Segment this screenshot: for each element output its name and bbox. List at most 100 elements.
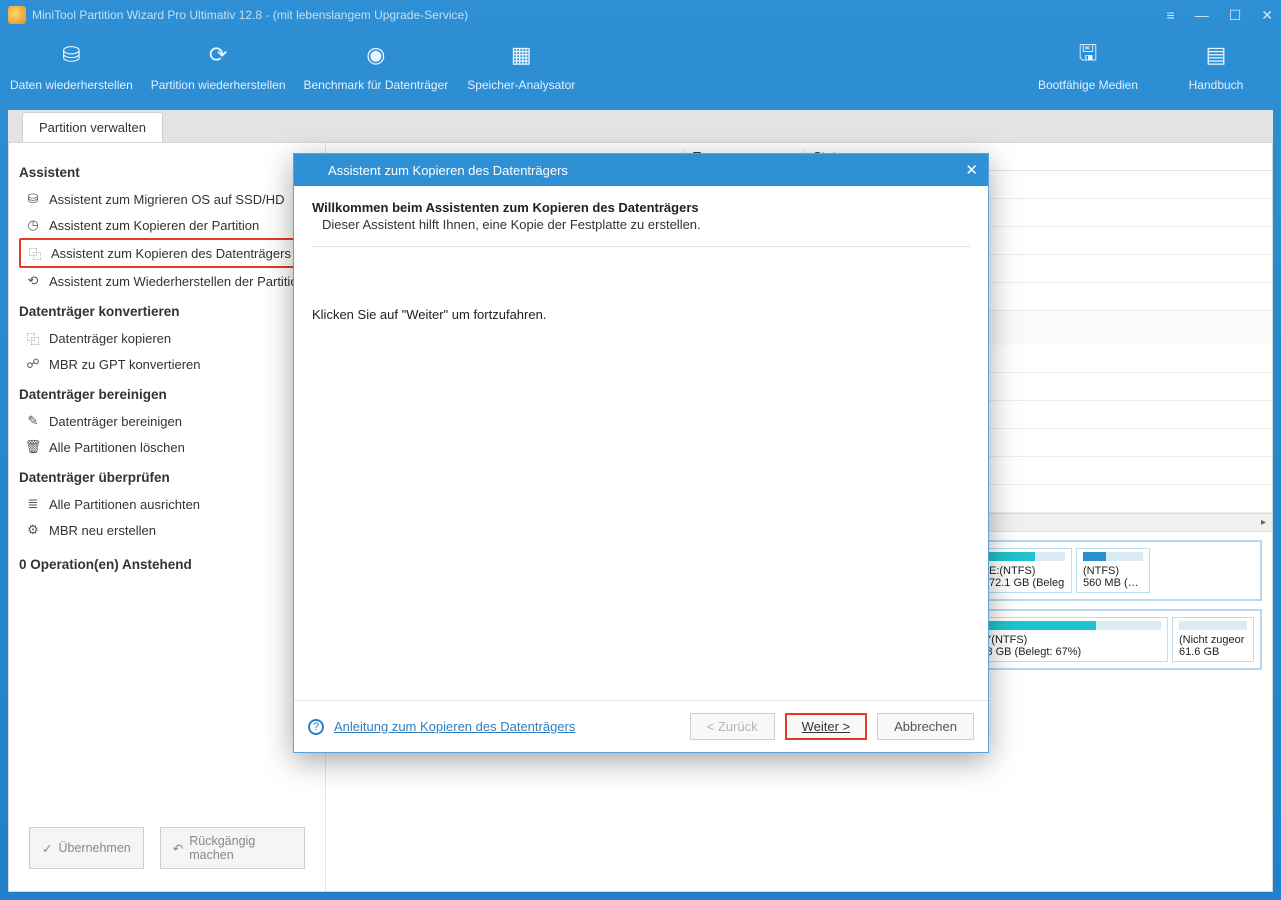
main-toolbar: ⛁ Daten wiederherstellen ⟳ Partition wie… bbox=[0, 30, 1281, 110]
menu-icon[interactable]: ≡ bbox=[1167, 7, 1175, 24]
usage-fill bbox=[989, 552, 1035, 561]
section-check: Datenträger überprüfen bbox=[19, 470, 315, 485]
dialog-hint: Klicken Sie auf "Weiter" um fortzufahren… bbox=[312, 307, 970, 322]
tool-bootable[interactable]: 🖫 Bootfähige Medien bbox=[1033, 40, 1143, 92]
sidebar-item-delete-all[interactable]: 🗑Alle Partitionen löschen bbox=[19, 434, 315, 460]
erase-icon: ✎ bbox=[25, 413, 41, 429]
sidebar-item-label: Assistent zum Migrieren OS auf SSD/HD bbox=[49, 192, 285, 207]
cancel-button[interactable]: Abbrechen bbox=[877, 713, 974, 740]
space-analyzer-icon: ▦ bbox=[503, 40, 539, 70]
title-bar: MiniTool Partition Wizard Pro Ultimativ … bbox=[0, 0, 1281, 30]
usage-bar bbox=[1179, 621, 1247, 630]
tool-label: Daten wiederherstellen bbox=[10, 78, 133, 92]
tool-handbook[interactable]: ▤ Handbuch bbox=[1161, 40, 1271, 92]
usage-fill bbox=[1083, 552, 1106, 561]
copy-disk-wizard-dialog: Assistent zum Kopieren des Datenträgers … bbox=[293, 153, 989, 753]
tool-label: Benchmark für Datenträger bbox=[304, 78, 449, 92]
sidebar-item-label: Assistent zum Wiederherstellen der Parti… bbox=[49, 274, 305, 289]
partition-name: (Nicht zugeor bbox=[1179, 634, 1247, 646]
partition-block[interactable]: (Nicht zugeor61.6 GB bbox=[1172, 617, 1254, 662]
dialog-icon bbox=[304, 162, 320, 178]
section-assistant: Assistent bbox=[19, 165, 315, 180]
partition-meta: 560 MB (Bel bbox=[1083, 577, 1143, 589]
sidebar-item-wipe-disk[interactable]: ✎ Datenträger bereinigen bbox=[19, 408, 315, 434]
tab-bar: Partition verwalten bbox=[8, 110, 1273, 142]
tool-label: Partition wiederherstellen bbox=[151, 78, 286, 92]
dialog-body: Willkommen beim Assistenten zum Kopieren… bbox=[294, 186, 988, 700]
dialog-close-icon[interactable]: ✕ bbox=[965, 161, 978, 179]
sidebar-item-align-all[interactable]: ≣ Alle Partitionen ausrichten bbox=[19, 491, 315, 517]
tool-data-recover[interactable]: ⛁ Daten wiederherstellen bbox=[10, 40, 133, 92]
help-icon: ? bbox=[308, 719, 324, 735]
dialog-title: Assistent zum Kopieren des Datenträgers bbox=[328, 163, 568, 178]
window-controls: ≡ — ☐ ✕ bbox=[1167, 7, 1273, 24]
apply-button[interactable]: ✓ Übernehmen bbox=[29, 827, 144, 869]
sidebar-item-label: MBR zu GPT konvertieren bbox=[49, 357, 200, 372]
partition-meta: 72.1 GB (Beleg bbox=[989, 577, 1065, 589]
sidebar-item-copy-partition[interactable]: ◷ Assistent zum Kopieren der Partition bbox=[19, 212, 315, 238]
restore-icon: ⟲ bbox=[25, 273, 41, 289]
sidebar-item-rebuild-mbr[interactable]: ⚙MBR neu erstellen bbox=[19, 517, 315, 543]
pending-ops: 0 Operation(en) Anstehend bbox=[19, 557, 315, 572]
button-label: Rückgängig machen bbox=[189, 834, 292, 862]
sidebar-item-restore-partition[interactable]: ⟲ Assistent zum Wiederherstellen der Part… bbox=[19, 268, 315, 294]
partition-meta: 144.8 GB (Belegt: 67%) bbox=[965, 646, 1161, 658]
tool-label: Speicher-Analysator bbox=[466, 78, 576, 92]
sidebar-item-migrate-os[interactable]: ⛁ Assistent zum Migrieren OS auf SSD/HD bbox=[19, 186, 315, 212]
align-icon: ≣ bbox=[25, 496, 41, 512]
data-recover-icon: ⛁ bbox=[53, 40, 89, 70]
tool-partition-recover[interactable]: ⟳ Partition wiederherstellen bbox=[151, 40, 286, 92]
sidebar-item-copy-disk2[interactable]: ⿻ Datenträger kopieren bbox=[19, 325, 315, 351]
section-convert: Datenträger konvertieren bbox=[19, 304, 315, 319]
button-label: Weiter > bbox=[802, 719, 851, 734]
sidebar-item-label: Alle Partitionen ausrichten bbox=[49, 497, 200, 512]
handbook-icon: ▤ bbox=[1198, 40, 1234, 70]
window-title: MiniTool Partition Wizard Pro Ultimativ … bbox=[32, 8, 468, 22]
copy-icon: ⿻ bbox=[25, 330, 41, 346]
back-button[interactable]: < Zurück bbox=[690, 713, 775, 740]
close-icon[interactable]: ✕ bbox=[1261, 7, 1273, 24]
partition-block[interactable]: (NTFS)560 MB (Bel bbox=[1076, 548, 1150, 593]
next-button[interactable]: Weiter > bbox=[785, 713, 868, 740]
undo-button[interactable]: ↶Rückgängig machen bbox=[160, 827, 305, 869]
clock-icon: ◷ bbox=[25, 217, 41, 233]
dialog-subtext: Dieser Assistent hilft Ihnen, eine Kopie… bbox=[322, 217, 970, 232]
sidebar-item-mbr-gpt[interactable]: ☍ MBR zu GPT konvertieren bbox=[19, 351, 315, 377]
maximize-icon[interactable]: ☐ bbox=[1229, 7, 1242, 24]
check-icon: ✓ bbox=[42, 841, 52, 856]
dialog-heading: Willkommen beim Assistenten zum Kopieren… bbox=[312, 200, 970, 215]
sidebar: Assistent ⛁ Assistent zum Migrieren OS au… bbox=[9, 143, 326, 891]
tool-label: Handbuch bbox=[1161, 78, 1271, 92]
app-window: MiniTool Partition Wizard Pro Ultimativ … bbox=[0, 0, 1281, 900]
sidebar-item-copy-disk[interactable]: ⿻ Assistent zum Kopieren des Datenträgers bbox=[19, 238, 315, 268]
tool-space-analyzer[interactable]: ▦ Speicher-Analysator bbox=[466, 40, 576, 92]
sidebar-bottom-buttons: ✓ Übernehmen ↶Rückgängig machen bbox=[19, 817, 315, 879]
benchmark-icon: ◉ bbox=[358, 40, 394, 70]
convert-icon: ☍ bbox=[25, 356, 41, 372]
trash-icon: 🗑 bbox=[25, 439, 41, 455]
partition-block[interactable]: E:(NTFS)72.1 GB (Beleg bbox=[982, 548, 1072, 593]
partition-block[interactable]: I:JKY(NTFS)144.8 GB (Belegt: 67%) bbox=[958, 617, 1168, 662]
copy-icon: ⿻ bbox=[27, 245, 43, 261]
dialog-title-bar: Assistent zum Kopieren des Datenträgers … bbox=[294, 154, 988, 186]
dialog-footer: ? Anleitung zum Kopieren des Datenträger… bbox=[294, 700, 988, 752]
sidebar-item-label: Assistent zum Kopieren der Partition bbox=[49, 218, 259, 233]
disk-icon: ⛁ bbox=[25, 191, 41, 207]
bootable-icon: 🖫 bbox=[1070, 40, 1106, 70]
tab-manage-partition[interactable]: Partition verwalten bbox=[22, 112, 163, 142]
button-label: Übernehmen bbox=[58, 841, 130, 855]
usage-bar bbox=[965, 621, 1161, 630]
help-link[interactable]: Anleitung zum Kopieren des Datenträgers bbox=[334, 719, 575, 734]
sidebar-item-label: Datenträger bereinigen bbox=[49, 414, 182, 429]
sidebar-item-label: Datenträger kopieren bbox=[49, 331, 171, 346]
app-icon bbox=[8, 6, 26, 24]
tool-label: Bootfähige Medien bbox=[1033, 78, 1143, 92]
sidebar-item-label: Assistent zum Kopieren des Datenträgers bbox=[51, 246, 291, 261]
partition-name: I:JKY(NTFS) bbox=[965, 634, 1161, 646]
partition-meta: 61.6 GB bbox=[1179, 646, 1247, 658]
minimize-icon[interactable]: — bbox=[1195, 7, 1209, 24]
partition-name: E:(NTFS) bbox=[989, 565, 1065, 577]
partition-recover-icon: ⟳ bbox=[200, 40, 236, 70]
tool-benchmark[interactable]: ◉ Benchmark für Datenträger bbox=[304, 40, 449, 92]
sidebar-item-label: MBR neu erstellen bbox=[49, 523, 156, 538]
